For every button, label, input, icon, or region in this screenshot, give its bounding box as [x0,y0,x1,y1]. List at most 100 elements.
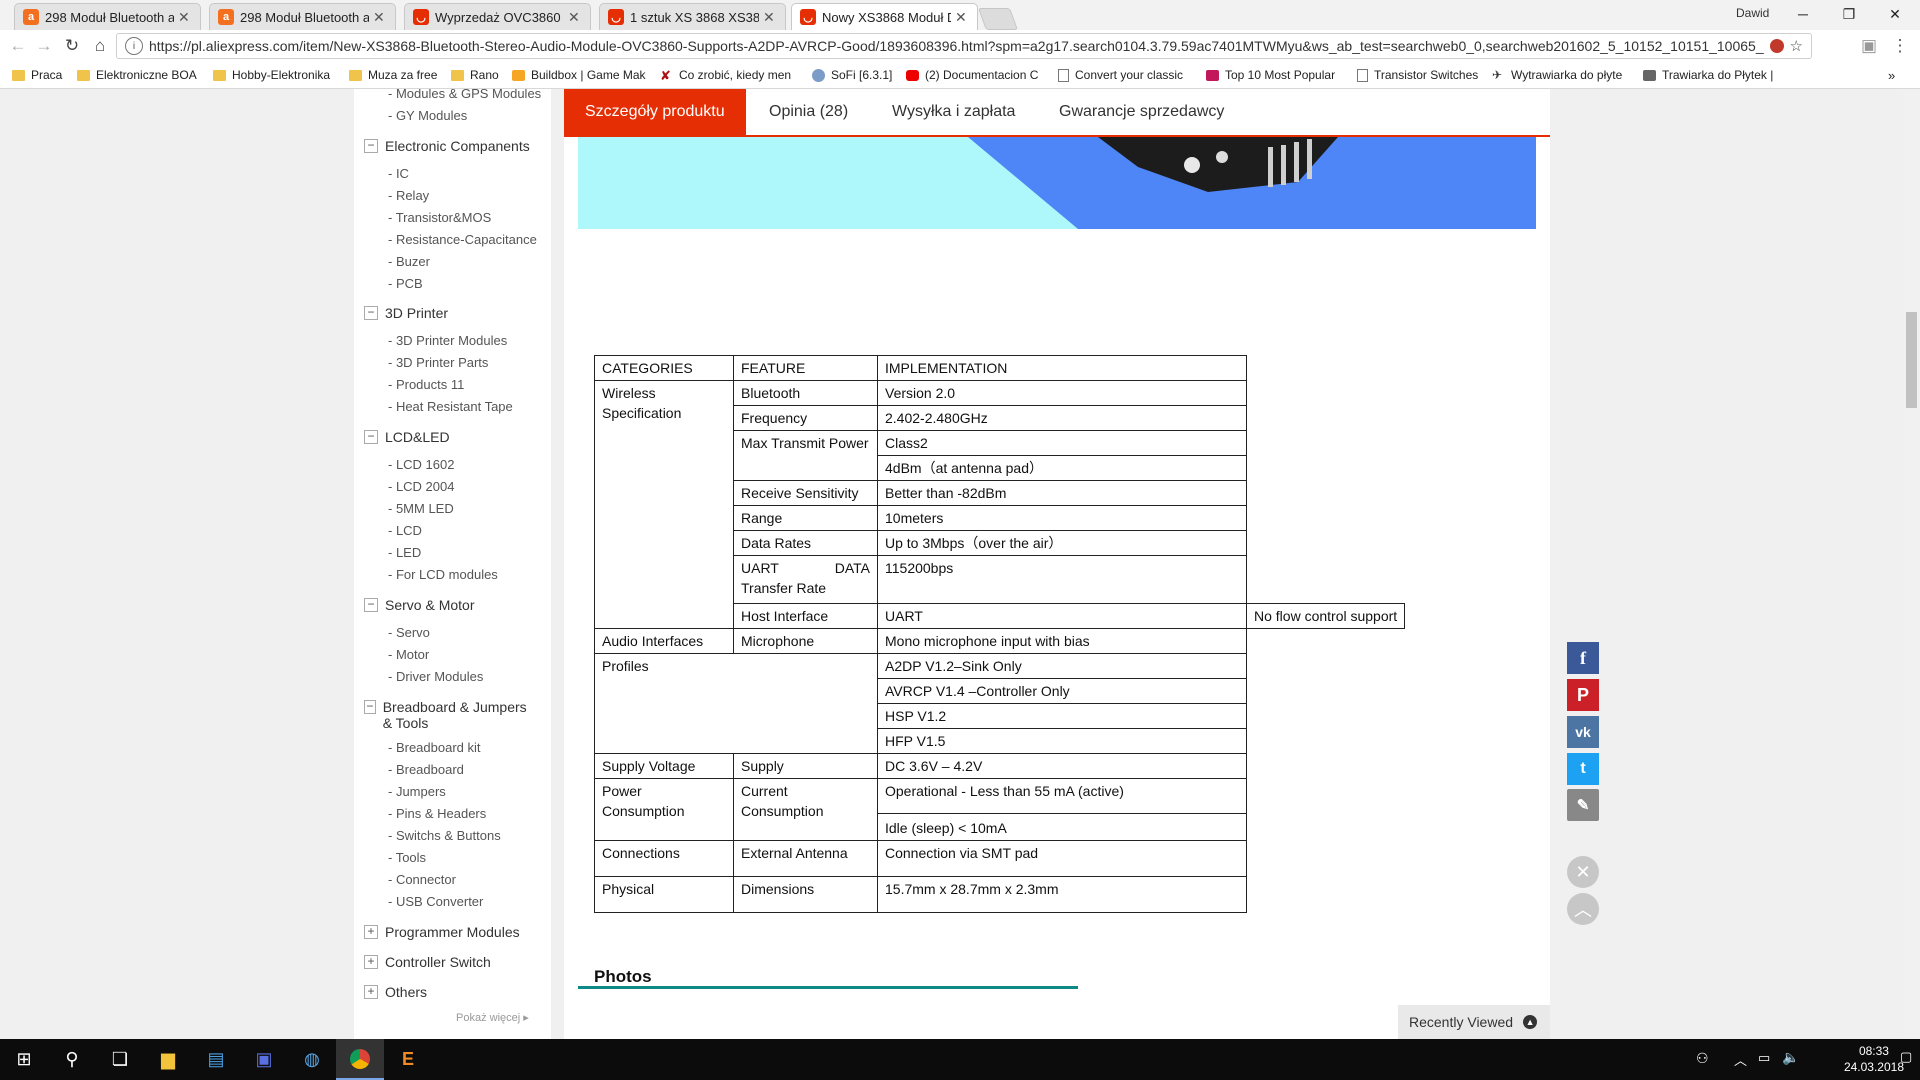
menu-icon[interactable]: ⋮ [1888,36,1912,56]
network-icon[interactable]: ▭ [1758,1050,1770,1066]
people-icon[interactable]: ⚇ [1696,1050,1709,1067]
start-windows-icon[interactable]: ⊞ [0,1039,48,1080]
browser-tab[interactable]: a 298 Moduł Bluetooth au ✕ [14,3,201,30]
browser-tab[interactable]: a 298 Moduł Bluetooth au ✕ [209,3,396,30]
facebook-icon[interactable]: f [1567,642,1599,674]
tab-reviews[interactable]: Opinia (28) [769,89,848,135]
file-explorer-icon[interactable]: ▆ [144,1039,192,1080]
sidebar-subitem[interactable]: - Relay [388,188,429,203]
close-icon[interactable]: ✕ [568,9,582,26]
sidebar-subitem[interactable]: - 3D Printer Parts [388,355,488,370]
extension-icon[interactable]: ▣ [1857,36,1881,56]
sidebar-category[interactable]: + Controller Switch [364,954,491,970]
reload-icon[interactable]: ↻ [60,36,84,56]
new-tab-button[interactable] [977,8,1019,30]
close-icon[interactable]: ✕ [763,9,777,26]
expand-icon[interactable]: + [364,955,378,969]
more-bookmarks-icon[interactable]: » [1888,68,1895,83]
expand-icon[interactable]: + [364,925,378,939]
sidebar-category[interactable]: − Breadboard & Jumpers & Tools [364,699,539,731]
extension-icon[interactable] [1769,39,1784,53]
scroll-top-icon[interactable]: ︿ [1567,893,1599,925]
network-app-icon[interactable]: ◍ [288,1039,336,1080]
bookmark-item[interactable]: Transistor Switches [1357,68,1478,82]
collapse-icon[interactable]: − [364,306,378,320]
sidebar-subitem[interactable]: - LCD 2004 [388,479,454,494]
recently-viewed-button[interactable]: Recently Viewed ▲ [1398,1005,1550,1039]
sidebar-subitem[interactable]: - Pins & Headers [388,806,486,821]
bookmark-item[interactable]: Trawiarka do Płytek | [1643,68,1773,82]
sidebar-subitem[interactable]: - Tools [388,850,426,865]
site-info-icon[interactable]: i [125,37,143,55]
collapse-icon[interactable]: − [364,700,376,714]
twitter-icon[interactable]: t [1567,753,1599,785]
sidebar-subitem[interactable]: - LED [388,545,421,560]
bookmark-item[interactable]: ✘ Co zrobić, kiedy men [660,68,791,82]
browser-tab-active[interactable]: ◡ Nowy XS3868 Moduł Dź ✕ [791,3,978,30]
chevron-up-icon[interactable]: ︿ [1734,1050,1747,1069]
sidebar-subitem[interactable]: - For LCD modules [388,567,498,582]
tab-shipping-payment[interactable]: Wysyłka i zapłata [892,89,1015,135]
sidebar-subitem[interactable]: - Breadboard [388,762,464,777]
bookmark-item[interactable]: Convert your classic [1058,68,1183,82]
sidebar-subitem[interactable]: - Connector [388,872,456,887]
app-e-icon[interactable]: E [384,1039,432,1080]
collapse-icon[interactable]: − [364,430,378,444]
tab-product-details[interactable]: Szczegóły produktu [564,89,746,135]
close-window-icon[interactable]: ✕ [1872,0,1918,28]
sidebar-subitem[interactable]: - Buzer [388,254,430,269]
sidebar-subitem[interactable]: - Motor [388,647,429,662]
sidebar-category[interactable]: − LCD&LED [364,429,450,445]
bookmark-item[interactable]: Hobby-Elektronika [213,68,330,82]
store-icon[interactable]: ▤ [192,1039,240,1080]
sidebar-subitem[interactable]: - GY Modules [388,108,467,123]
maximize-icon[interactable]: ❐ [1826,0,1872,28]
sidebar-subitem[interactable]: - Switchs & Buttons [388,828,501,843]
search-icon[interactable]: ⚲ [48,1039,96,1080]
sidebar-subitem[interactable]: - Modules & GPS Modules [388,89,541,101]
bookmark-item[interactable]: Elektroniczne BOA [77,68,197,82]
browser-tab[interactable]: ◡ 1 sztuk XS 3868 XS3868 ✕ [599,3,786,30]
task-view-icon[interactable]: ❏ [96,1039,144,1080]
forward-icon[interactable]: → [32,36,56,56]
back-icon[interactable]: ← [6,36,30,56]
notifications-icon[interactable]: ▢ [1900,1049,1912,1065]
close-share-icon[interactable]: ✕ [1567,856,1599,888]
url-input[interactable]: i https://pl.aliexpress.com/item/New-XS3… [116,33,1812,59]
bookmark-item[interactable]: (2) Documentacion C [906,68,1038,82]
save-app-icon[interactable]: ▣ [240,1039,288,1080]
sidebar-category[interactable]: − Electronic Companents [364,138,530,154]
sidebar-subitem[interactable]: - USB Converter [388,894,483,909]
close-icon[interactable]: ✕ [955,9,969,26]
bookmark-item[interactable]: ✈ Wytrawiarka do płyte [1492,68,1622,82]
show-more-link[interactable]: Pokaż więcej ▸ [456,1011,529,1024]
sidebar-subitem[interactable]: - Resistance-Capacitance [388,232,537,247]
profile-name[interactable]: Dawid [1736,6,1769,20]
close-icon[interactable]: ✕ [178,9,192,26]
sidebar-subitem[interactable]: - Heat Resistant Tape [388,399,513,414]
pinterest-icon[interactable]: P [1567,679,1599,711]
sidebar-subitem[interactable]: - Jumpers [388,784,446,799]
minimize-icon[interactable]: ─ [1780,0,1826,28]
sidebar-subitem[interactable]: - IC [388,166,409,181]
scrollbar-thumb[interactable] [1906,312,1917,408]
sidebar-subitem[interactable]: - LCD [388,523,422,538]
bookmark-star-icon[interactable]: ☆ [1790,37,1803,55]
bookmark-item[interactable]: Rano [451,68,499,82]
system-clock[interactable]: 08:33 24.03.2018 [1844,1043,1904,1075]
sidebar-category[interactable]: −3D Printer [364,305,448,321]
sidebar-category[interactable]: − Servo & Motor [364,597,474,613]
sidebar-subitem[interactable]: - 5MM LED [388,501,454,516]
vk-icon[interactable]: vk [1567,716,1599,748]
bookmark-item[interactable]: Buildbox | Game Mak [512,68,646,82]
bookmark-item[interactable]: Praca [12,68,62,82]
sidebar-category[interactable]: + Programmer Modules [364,924,520,940]
home-icon[interactable]: ⌂ [88,36,112,56]
sidebar-subitem[interactable]: - Driver Modules [388,669,483,684]
bookmark-item[interactable]: SoFi [6.3.1] [812,68,892,82]
sidebar-subitem[interactable]: - Products 11 [388,377,464,392]
bookmark-item[interactable]: Top 10 Most Popular [1206,68,1335,82]
bookmark-item[interactable]: Muza za free [349,68,437,82]
close-icon[interactable]: ✕ [373,9,387,26]
chrome-icon[interactable] [336,1039,384,1080]
